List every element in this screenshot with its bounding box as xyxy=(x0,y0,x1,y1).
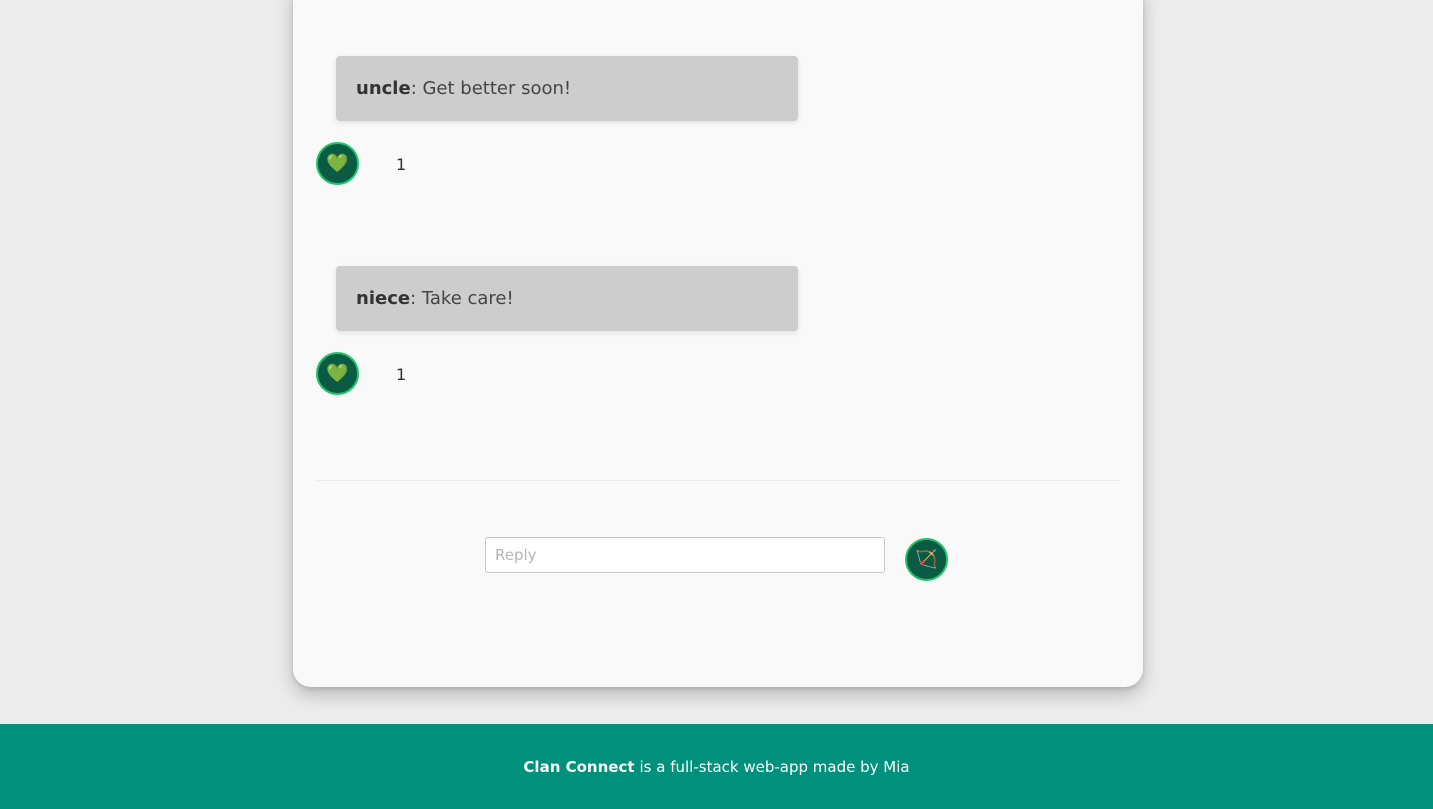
like-button[interactable]: 💚 xyxy=(316,142,359,185)
footer-brand: Clan Connect xyxy=(523,757,635,776)
green-heart-icon: 💚 xyxy=(326,362,349,384)
comment-bubble: niece: Take care! xyxy=(336,266,798,331)
comment-text: : Get better soon! xyxy=(410,78,572,99)
bow-and-arrow-icon: 🏹 xyxy=(915,548,938,570)
green-heart-icon: 💚 xyxy=(326,152,349,174)
footer-text: is a full-stack web-app made by Mia xyxy=(639,757,910,776)
comment-author: niece xyxy=(356,288,411,309)
like-count: 1 xyxy=(396,155,407,174)
send-reply-button[interactable]: 🏹 xyxy=(905,538,948,581)
comment-bubble: uncle: Get better soon! xyxy=(336,56,798,121)
footer: Clan Connect is a full-stack web-app mad… xyxy=(0,724,1433,809)
like-button[interactable]: 💚 xyxy=(316,352,359,395)
comment-author: uncle xyxy=(356,78,411,99)
comment-text: : Take care! xyxy=(410,288,514,309)
like-count: 1 xyxy=(396,365,407,384)
divider xyxy=(316,480,1120,481)
reply-input[interactable] xyxy=(485,537,885,573)
